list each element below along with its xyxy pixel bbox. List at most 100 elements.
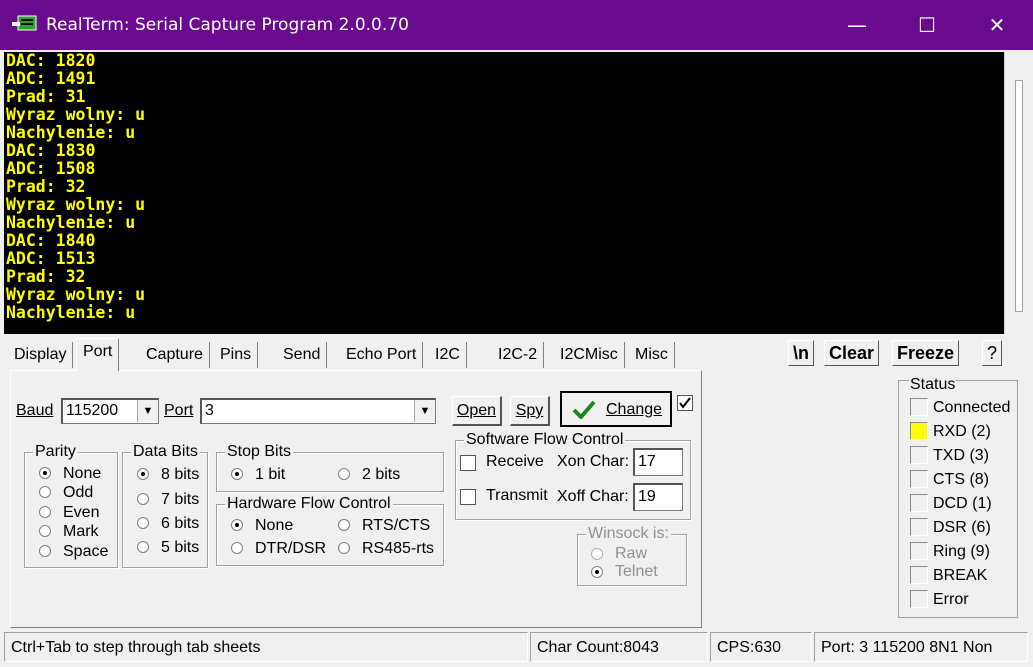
tab-misc[interactable]: Misc <box>629 342 675 368</box>
xon-char-label: Xon Char: <box>557 453 630 470</box>
window-title: RealTerm: Serial Capture Program 2.0.0.7… <box>46 15 409 35</box>
stop-bits-2-radio[interactable] <box>338 468 350 480</box>
tab-i2c-2[interactable]: I2C-2 <box>492 342 545 368</box>
scrollbar-thumb[interactable] <box>1015 80 1023 312</box>
port-value: 3 <box>205 402 214 419</box>
data-bits-6-label: 6 bits <box>161 515 200 532</box>
spy-button[interactable]: Spy <box>510 396 550 426</box>
terminal-line: Prad: 32 <box>6 267 86 286</box>
parity-space-radio[interactable] <box>39 545 51 557</box>
hw-flow-dtrdsr-radio[interactable] <box>231 542 243 554</box>
title-bar[interactable]: RealTerm: Serial Capture Program 2.0.0.7… <box>0 0 1033 50</box>
winsock-telnet-label: Telnet <box>615 563 658 580</box>
terminal-line: Wyraz wolny: u <box>6 195 146 214</box>
clear-button[interactable]: Clear <box>824 340 880 366</box>
receive-checkbox[interactable] <box>460 455 476 471</box>
parity-mark-label: Mark <box>63 523 99 540</box>
winsock-raw-radio[interactable] <box>591 548 603 560</box>
status-led-label: Connected <box>933 399 1011 416</box>
hw-flow-rtscts-radio[interactable] <box>338 519 350 531</box>
port-label: Port <box>164 402 194 419</box>
check-icon <box>679 397 691 409</box>
baud-value: 115200 <box>66 402 119 419</box>
parity-none-radio[interactable] <box>39 467 51 479</box>
data-bits-6-radio[interactable] <box>137 517 149 529</box>
data-bits-title: Data Bits <box>131 443 200 461</box>
parity-odd-radio[interactable] <box>39 486 51 498</box>
chevron-down-icon[interactable]: ▼ <box>137 400 158 422</box>
status-led <box>910 494 928 512</box>
tab-send[interactable]: Send <box>277 342 328 368</box>
data-bits-7-radio[interactable] <box>137 493 149 505</box>
status-led <box>910 542 928 560</box>
tab-i2cmisc[interactable]: I2CMisc <box>554 342 625 368</box>
hw-flow-rs485-radio[interactable] <box>338 542 350 554</box>
terminal-line: DAC: 1840 <box>6 231 96 250</box>
newline-button[interactable]: \n <box>788 340 814 366</box>
data-bits-5-label: 5 bits <box>161 539 200 556</box>
checkmark-icon <box>572 400 596 419</box>
winsock-raw-label: Raw <box>615 545 648 562</box>
open-button[interactable]: Open <box>452 396 502 426</box>
terminal-line: Wyraz wolny: u <box>6 105 146 124</box>
data-bits-5-radio[interactable] <box>137 541 149 553</box>
terminal-line: Nachylenie: u <box>6 213 136 232</box>
chevron-down-icon[interactable]: ▼ <box>414 400 435 422</box>
char-count: Char Count:8043 <box>530 632 708 662</box>
status-led-label: DCD (1) <box>933 495 992 512</box>
winsock-telnet-radio[interactable] <box>591 566 603 578</box>
software-flow-title: Software Flow Control <box>464 431 626 449</box>
tab-pins[interactable]: Pins <box>214 342 259 368</box>
status-led-label: BREAK <box>933 567 988 584</box>
stop-bits-1-radio[interactable] <box>231 468 243 480</box>
tab-port[interactable]: Port <box>76 338 120 371</box>
close-button[interactable]: ✕ <box>962 0 1032 50</box>
hardware-flow-title: Hardware Flow Control <box>225 495 393 513</box>
status-led <box>910 398 928 416</box>
data-bits-8-label: 8 bits <box>161 466 200 483</box>
tab-capture[interactable]: Capture <box>140 342 210 368</box>
hw-flow-none-label: None <box>255 517 294 534</box>
help-button[interactable]: ? <box>982 340 1003 366</box>
terminal-line: ADC: 1508 <box>6 159 96 178</box>
tab-strip: Display Port Capture Pins Send Echo Port… <box>4 338 704 371</box>
change-checkbox[interactable] <box>677 395 693 411</box>
terminal-line: Wyraz wolny: u <box>6 285 146 304</box>
xoff-char-input[interactable]: 19 <box>633 483 683 511</box>
status-led-label: Error <box>933 591 969 608</box>
stop-bits-title: Stop Bits <box>225 443 294 461</box>
cps-readout: CPS:630 <box>710 632 812 662</box>
tab-i2c[interactable]: I2C <box>429 342 467 368</box>
terminal-line: Nachylenie: u <box>6 123 136 142</box>
minimize-button[interactable]: — <box>822 0 892 50</box>
transmit-label: Transmit <box>486 487 548 504</box>
maximize-button[interactable]: ☐ <box>892 0 962 50</box>
terminal-scrollbar[interactable] <box>1004 52 1031 334</box>
port-select[interactable]: 3 ▼ <box>200 398 436 424</box>
parity-even-label: Even <box>63 504 100 521</box>
tab-display[interactable]: Display <box>8 342 74 368</box>
parity-odd-label: Odd <box>63 484 94 501</box>
status-hint: Ctrl+Tab to step through tab sheets <box>4 632 528 662</box>
freeze-button[interactable]: Freeze <box>892 340 960 366</box>
parity-even-radio[interactable] <box>39 506 51 518</box>
parity-mark-radio[interactable] <box>39 525 51 537</box>
baud-select[interactable]: 115200 ▼ <box>61 398 159 424</box>
parity-space-label: Space <box>63 543 109 560</box>
tab-echo-port[interactable]: Echo Port <box>340 342 424 368</box>
change-button[interactable]: Change <box>560 391 672 427</box>
data-bits-8-radio[interactable] <box>137 468 149 480</box>
status-led-label: CTS (8) <box>933 471 989 488</box>
terminal-output[interactable]: DAC: 1820 ADC: 1491 Prad: 31 Wyraz wolny: u… <box>4 52 1004 334</box>
status-led <box>910 566 928 584</box>
terminal-line: DAC: 1820 <box>6 52 96 70</box>
stop-bits-1-label: 1 bit <box>255 466 286 483</box>
status-led <box>910 470 928 488</box>
status-led <box>910 518 928 536</box>
hw-flow-none-radio[interactable] <box>231 519 243 531</box>
hw-flow-rtscts-label: RTS/CTS <box>362 517 431 534</box>
terminal-line: ADC: 1513 <box>6 249 96 268</box>
xon-char-input[interactable]: 17 <box>633 448 683 476</box>
transmit-checkbox[interactable] <box>460 489 476 505</box>
terminal-line: Nachylenie: u <box>6 303 136 322</box>
